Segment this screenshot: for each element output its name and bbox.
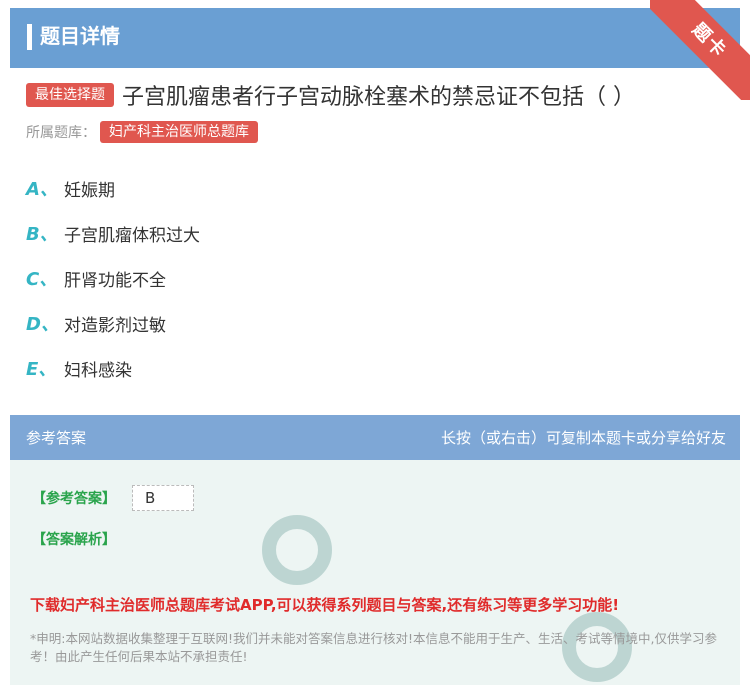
question-line: 最佳选择题 子宫肌瘤患者行子宫动脉栓塞术的禁忌证不包括（ ）	[26, 80, 635, 110]
option-text: 肝肾功能不全	[64, 270, 166, 291]
question-card: 题目详情 题卡 最佳选择题 子宫肌瘤患者行子宫动脉栓塞术的禁忌证不包括（ ） 所…	[0, 0, 750, 685]
library-badge[interactable]: 妇产科主治医师总题库	[100, 121, 258, 143]
app-promo-text[interactable]: 下载妇产科主治医师总题库考试APP,可以获得系列题目与答案,还有练习等更多学习功…	[30, 594, 619, 615]
option-letter: E、	[26, 359, 57, 380]
option-e[interactable]: E、 妇科感染	[26, 353, 132, 383]
option-a[interactable]: A、 妊娠期	[26, 173, 115, 203]
option-text: 对造影剂过敏	[64, 315, 166, 336]
watermark-logo-icon	[262, 515, 332, 585]
page-header: 题目详情	[10, 8, 740, 68]
library-label: 所属题库：	[26, 125, 96, 141]
option-b[interactable]: B、 子宫肌瘤体积过大	[26, 218, 200, 248]
option-letter: D、	[26, 314, 59, 335]
corner-ribbon-label: 题卡	[650, 0, 750, 100]
analysis-label: 【答案解析】	[32, 532, 116, 548]
answer-section-title: 参考答案	[26, 429, 87, 447]
answer-label: 【参考答案】	[32, 491, 116, 507]
disclaimer-text: *申明:本网站数据收集整理于互联网!我们并未能对答案信息进行核对!本信息不能用于…	[30, 631, 717, 664]
corner-ribbon: 题卡	[650, 0, 750, 100]
answer-value[interactable]: B	[132, 485, 194, 511]
option-c[interactable]: C、 肝肾功能不全	[26, 263, 166, 293]
library-line: 所属题库： 妇产科主治医师总题库	[26, 121, 258, 143]
option-letter: B、	[26, 224, 58, 245]
question-type-badge: 最佳选择题	[26, 83, 114, 107]
question-text: 子宫肌瘤患者行子宫动脉栓塞术的禁忌证不包括（ ）	[122, 85, 635, 110]
answer-section-header: 参考答案 长按（或右击）可复制本题卡或分享给好友	[10, 415, 740, 460]
option-text: 妇科感染	[64, 360, 132, 381]
page-title: 题目详情	[40, 24, 120, 48]
option-text: 子宫肌瘤体积过大	[64, 225, 200, 246]
header-accent-bar	[27, 24, 32, 50]
option-d[interactable]: D、 对造影剂过敏	[26, 308, 166, 338]
option-letter: A、	[26, 179, 58, 200]
share-hint: 长按（或右击）可复制本题卡或分享给好友	[440, 429, 726, 447]
answer-section-body: 【参考答案】 B 【答案解析】 下载妇产科主治医师总题库考试APP,可以获得系列…	[10, 460, 740, 685]
option-text: 妊娠期	[64, 180, 115, 201]
option-letter: C、	[26, 269, 58, 290]
